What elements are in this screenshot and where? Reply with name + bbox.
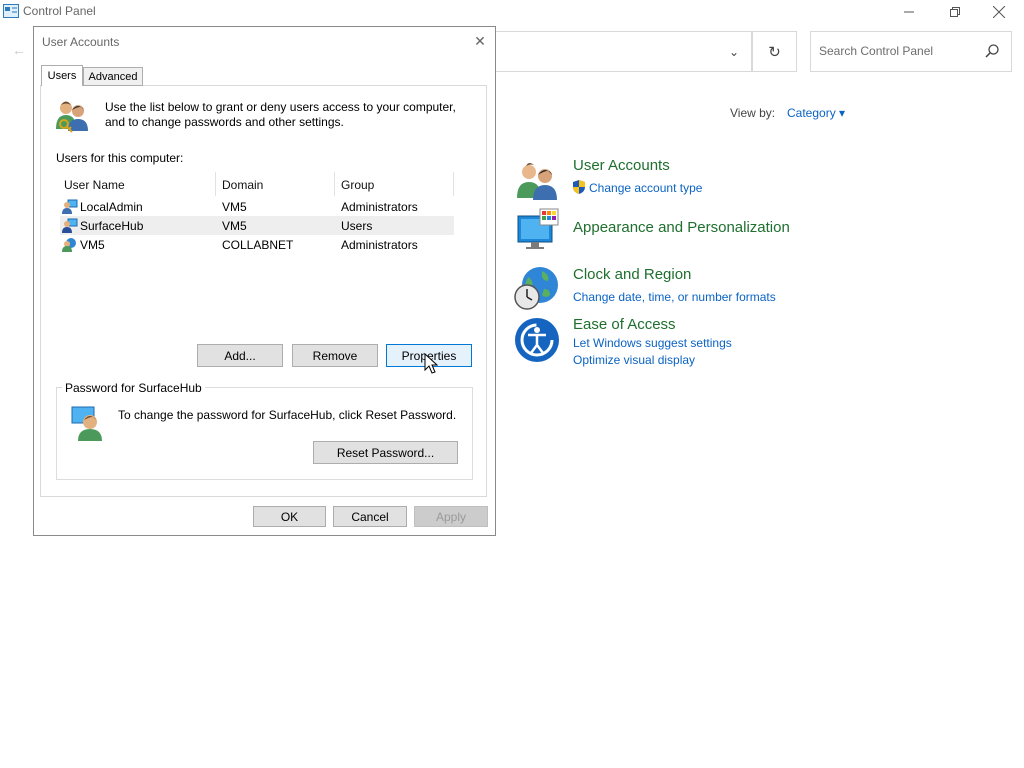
users-list-label: Users for this computer: <box>56 151 184 165</box>
cancel-button[interactable]: Cancel <box>333 506 407 527</box>
ok-button[interactable]: OK <box>253 506 326 527</box>
restore-icon <box>950 7 960 17</box>
column-separator[interactable] <box>215 172 216 196</box>
user-icon <box>62 199 78 214</box>
close-window-button[interactable] <box>976 0 1022 24</box>
chevron-down-icon[interactable]: ⌄ <box>716 31 752 72</box>
user-domain: VM5 <box>222 219 247 233</box>
category-appearance-personalization[interactable]: Appearance and Personalization <box>573 219 790 236</box>
user-keys-icon <box>56 101 88 133</box>
table-row-selected[interactable]: SurfaceHub VM5 Users <box>60 216 454 235</box>
minimize-icon <box>904 11 914 13</box>
users-icon[interactable] <box>514 158 560 204</box>
user-group: Administrators <box>341 200 418 214</box>
window-title: Control Panel <box>23 4 96 18</box>
category-ease-of-access[interactable]: Ease of Access <box>573 316 676 333</box>
category-user-accounts[interactable]: User Accounts <box>573 157 670 174</box>
clock-globe-icon[interactable] <box>514 265 560 311</box>
table-row[interactable]: VM5 COLLABNET Administrators <box>60 235 454 254</box>
user-password-icon <box>71 406 102 441</box>
category-clock-region[interactable]: Clock and Region <box>573 266 691 283</box>
user-icon <box>62 218 78 233</box>
user-group: Users <box>341 219 373 233</box>
reset-password-button[interactable]: Reset Password... <box>313 441 458 464</box>
link-let-windows-suggest-settings[interactable]: Let Windows suggest settings <box>573 336 732 350</box>
restore-button[interactable] <box>932 0 978 24</box>
minimize-button[interactable] <box>886 0 932 24</box>
uac-shield-icon <box>573 180 585 194</box>
user-domain: VM5 <box>222 200 247 214</box>
user-group: Administrators <box>341 238 418 252</box>
user-domain: COLLABNET <box>222 238 294 252</box>
password-group-legend: Password for SurfaceHub <box>62 381 205 395</box>
column-separator[interactable] <box>453 172 454 196</box>
user-name: SurfaceHub <box>80 219 144 233</box>
user-name: LocalAdmin <box>80 200 143 214</box>
tab-users[interactable]: Users <box>41 65 83 86</box>
ease-of-access-icon[interactable] <box>514 317 560 363</box>
close-icon <box>993 6 1005 18</box>
view-by-dropdown[interactable]: Category ▾ <box>787 106 845 120</box>
appearance-icon[interactable] <box>514 206 560 252</box>
add-user-button[interactable]: Add... <box>197 344 283 367</box>
search-input[interactable]: Search Control Panel <box>819 44 933 58</box>
column-domain[interactable]: Domain <box>222 178 263 192</box>
column-user-name[interactable]: User Name <box>64 178 125 192</box>
refresh-button[interactable]: ↻ <box>752 31 797 72</box>
domain-user-icon <box>62 238 76 252</box>
link-change-account-type[interactable]: Change account type <box>589 181 702 195</box>
remove-user-button[interactable]: Remove <box>292 344 378 367</box>
view-by-label: View by: <box>730 106 776 120</box>
dialog-close-icon[interactable]: ✕ <box>472 33 488 49</box>
password-group <box>56 387 473 480</box>
link-optimize-visual-display[interactable]: Optimize visual display <box>573 353 695 367</box>
control-panel-titlebar <box>0 0 1024 24</box>
tab-advanced[interactable]: Advanced <box>83 67 143 86</box>
address-bar[interactable] <box>480 31 752 72</box>
mouse-cursor-icon <box>424 353 438 374</box>
apply-button[interactable]: Apply <box>414 506 488 527</box>
control-panel-app-icon <box>3 4 19 18</box>
column-group[interactable]: Group <box>341 178 374 192</box>
back-arrow-icon[interactable]: ← <box>12 42 30 60</box>
info-text: Use the list below to grant or deny user… <box>105 100 456 129</box>
column-separator[interactable] <box>334 172 335 196</box>
user-name: VM5 <box>80 238 105 252</box>
dialog-title: User Accounts <box>42 35 120 49</box>
table-row[interactable]: LocalAdmin VM5 Administrators <box>60 197 454 216</box>
password-instructions: To change the password for SurfaceHub, c… <box>118 408 457 422</box>
search-icon[interactable] <box>984 43 1000 59</box>
link-change-date-time-formats[interactable]: Change date, time, or number formats <box>573 290 776 304</box>
